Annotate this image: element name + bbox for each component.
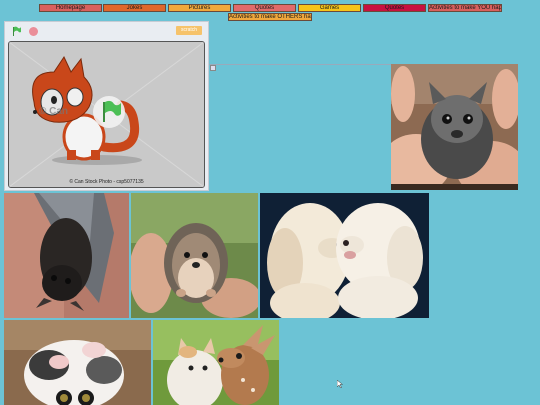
green-flag-icon[interactable] xyxy=(12,26,22,36)
nav-quotes-2[interactable]: Quotes xyxy=(363,4,426,12)
nav-homepage[interactable]: Homepage xyxy=(39,4,102,12)
broken-image-line xyxy=(209,64,391,65)
photo-hanging-bat xyxy=(4,193,129,318)
broken-image-icon xyxy=(210,65,216,71)
photo-kitten-fawn xyxy=(153,320,279,405)
scratch-badge[interactable]: scratch xyxy=(176,26,202,35)
nav-pictures[interactable]: Pictures xyxy=(168,4,231,12)
watermark-text: © Can xyxy=(39,106,69,117)
scratch-stage[interactable]: © Can © Can Stock Photo - csp5077135 xyxy=(8,41,205,188)
photo-kitten xyxy=(4,320,151,405)
photo-baby-bat-hand xyxy=(391,64,518,190)
stop-icon[interactable] xyxy=(29,27,38,36)
nav-quotes[interactable]: Quotes xyxy=(233,4,296,12)
nav-games[interactable]: Games xyxy=(298,4,361,12)
stage-caption: © Can Stock Photo - csp5077135 xyxy=(69,179,144,185)
nav-activities-others[interactable]: Activities to make OTHERS hap xyxy=(228,13,312,21)
photo-hedgehog xyxy=(131,193,258,318)
nav-activities-you[interactable]: Activities to make YOU hap xyxy=(428,4,502,12)
photo-puppies xyxy=(260,193,429,318)
nav-jokes[interactable]: Jokes xyxy=(103,4,166,12)
scratch-project: scratch © Can © Can Stock Photo - csp507… xyxy=(4,21,209,191)
cursor-icon xyxy=(337,380,343,388)
